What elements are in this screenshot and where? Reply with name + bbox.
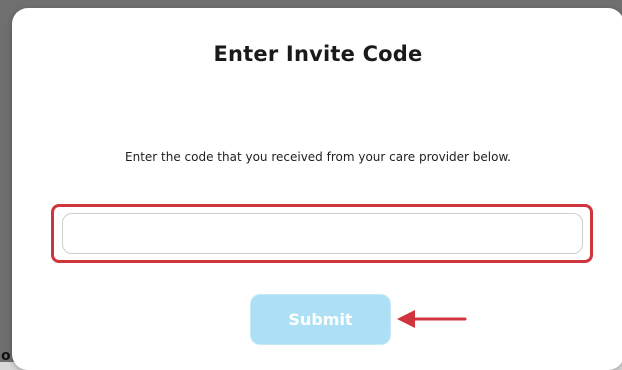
invite-code-input[interactable] [62, 213, 583, 254]
left-arrow-icon [397, 310, 467, 328]
invite-code-modal: Enter Invite Code Enter the code that yo… [12, 8, 622, 370]
modal-title: Enter Invite Code [213, 42, 423, 66]
modal-description: Enter the code that you received from yo… [125, 150, 511, 164]
backdrop-partial-text: o [1, 348, 11, 364]
input-highlight-annotation [51, 204, 593, 263]
submit-button[interactable]: Submit [250, 294, 391, 345]
